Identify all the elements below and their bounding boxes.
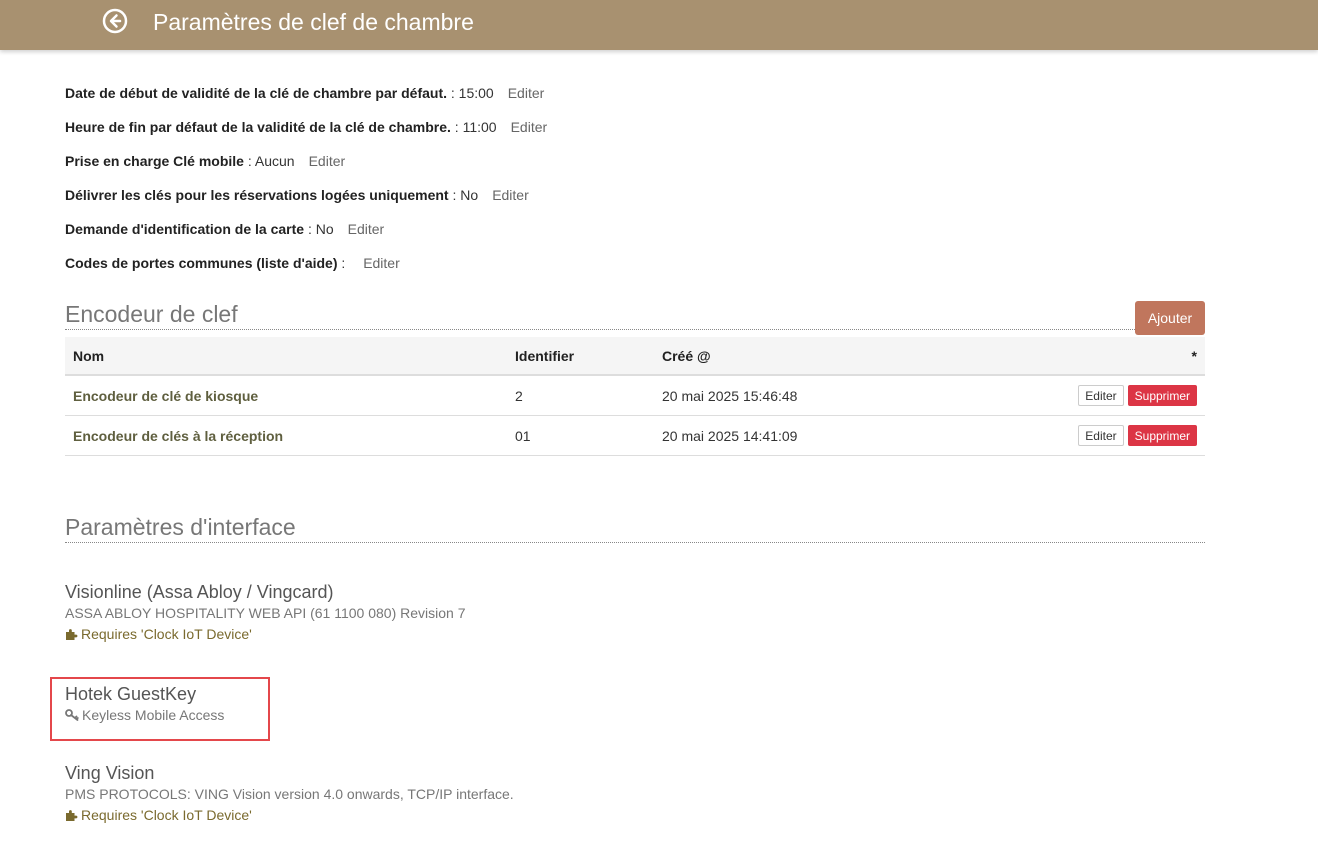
column-header-identifier[interactable]: Identifier bbox=[507, 337, 654, 376]
requirement-text: Requires 'Clock IoT Device' bbox=[81, 626, 252, 642]
edit-button[interactable]: Editer bbox=[1078, 425, 1124, 446]
table-row: Encodeur de clé de kiosque 2 20 mai 2025… bbox=[65, 375, 1205, 416]
interface-item-ving-vision: Ving Vision PMS PROTOCOLS: VING Vision v… bbox=[65, 762, 514, 824]
encoder-created: 20 mai 2025 15:46:48 bbox=[654, 375, 970, 416]
requirement-text: Requires 'Clock IoT Device' bbox=[81, 807, 252, 823]
setting-separator: : bbox=[448, 187, 461, 203]
edit-link[interactable]: Editer bbox=[508, 85, 545, 101]
back-arrow-icon[interactable] bbox=[102, 8, 128, 34]
encoder-created: 20 mai 2025 14:41:09 bbox=[654, 415, 970, 456]
encoder-name[interactable]: Encodeur de clés à la réception bbox=[65, 415, 507, 456]
setting-card-identification: Demande d'identification de la carte : N… bbox=[65, 220, 765, 254]
setting-value: 15:00 bbox=[458, 85, 494, 101]
puzzle-icon bbox=[66, 810, 78, 821]
encoder-section-title: Encodeur de clef bbox=[65, 301, 1205, 330]
setting-label: Heure de fin par défaut de la validité d… bbox=[65, 119, 451, 135]
column-header-actions: * bbox=[970, 337, 1205, 376]
delete-button[interactable]: Supprimer bbox=[1127, 385, 1197, 406]
setting-label: Prise en charge Clé mobile bbox=[65, 153, 244, 169]
page-header: Paramètres de clef de chambre bbox=[0, 0, 1318, 50]
add-encoder-button[interactable]: Ajouter bbox=[1135, 301, 1205, 335]
setting-label: Date de début de validité de la clé de c… bbox=[65, 85, 447, 101]
settings-list: Date de début de validité de la clé de c… bbox=[65, 84, 765, 288]
edit-link[interactable]: Editer bbox=[348, 221, 385, 237]
edit-button[interactable]: Editer bbox=[1078, 385, 1124, 406]
column-header-name[interactable]: Nom bbox=[65, 337, 507, 376]
interface-item-visionline: Visionline (Assa Abloy / Vingcard) ASSA … bbox=[65, 581, 466, 643]
interface-description: PMS PROTOCOLS: VING Vision version 4.0 o… bbox=[65, 786, 514, 802]
interface-requirement: Requires 'Clock IoT Device' bbox=[65, 806, 514, 824]
encoder-name[interactable]: Encodeur de clé de kiosque bbox=[65, 375, 507, 416]
interface-section-title: Paramètres d'interface bbox=[65, 514, 1205, 543]
interface-name[interactable]: Visionline (Assa Abloy / Vingcard) bbox=[65, 581, 466, 603]
setting-label: Délivrer les clés pour les réservations … bbox=[65, 187, 449, 203]
setting-label: Codes de portes communes (liste d'aide) bbox=[65, 255, 338, 271]
edit-link[interactable]: Editer bbox=[492, 187, 529, 203]
setting-mobile-key: Prise en charge Clé mobile : Aucun Editer bbox=[65, 152, 765, 186]
interface-requirement: Requires 'Clock IoT Device' bbox=[65, 625, 466, 643]
encoder-table: Nom Identifier Créé @ * Encodeur de clé … bbox=[65, 337, 1205, 456]
setting-label: Demande d'identification de la carte bbox=[65, 221, 305, 237]
setting-value: 11:00 bbox=[462, 119, 497, 135]
interface-name[interactable]: Ving Vision bbox=[65, 762, 514, 784]
interface-description: ASSA ABLOY HOSPITALITY WEB API (61 1100 … bbox=[65, 605, 466, 621]
delete-button[interactable]: Supprimer bbox=[1127, 425, 1197, 446]
setting-separator: : bbox=[447, 85, 459, 101]
setting-default-end: Heure de fin par défaut de la validité d… bbox=[65, 118, 765, 152]
page-title: Paramètres de clef de chambre bbox=[153, 9, 474, 35]
puzzle-icon bbox=[66, 629, 78, 640]
encoder-identifier: 2 bbox=[507, 375, 654, 416]
table-row: Encodeur de clés à la réception 01 20 ma… bbox=[65, 415, 1205, 456]
setting-separator: : bbox=[450, 119, 463, 135]
setting-value: No bbox=[460, 187, 479, 203]
edit-link[interactable]: Editer bbox=[511, 119, 548, 135]
row-actions: Editer Supprimer bbox=[970, 415, 1205, 456]
edit-link[interactable]: Editer bbox=[309, 153, 346, 169]
setting-value: No bbox=[315, 221, 334, 237]
setting-value: Aucun bbox=[254, 153, 295, 169]
column-header-created[interactable]: Créé @ bbox=[654, 337, 970, 376]
setting-checked-in-only: Délivrer les clés pour les réservations … bbox=[65, 186, 765, 220]
setting-separator: : bbox=[243, 153, 255, 169]
encoder-identifier: 01 bbox=[507, 415, 654, 456]
highlight-box bbox=[50, 677, 270, 741]
table-header-row: Nom Identifier Créé @ * bbox=[65, 337, 1205, 376]
setting-separator: : bbox=[304, 221, 316, 237]
setting-separator: : bbox=[337, 255, 350, 271]
row-actions: Editer Supprimer bbox=[970, 375, 1205, 416]
setting-common-door-codes: Codes de portes communes (liste d'aide) … bbox=[65, 254, 765, 288]
edit-link[interactable]: Editer bbox=[363, 255, 400, 271]
setting-default-start: Date de début de validité de la clé de c… bbox=[65, 84, 765, 118]
